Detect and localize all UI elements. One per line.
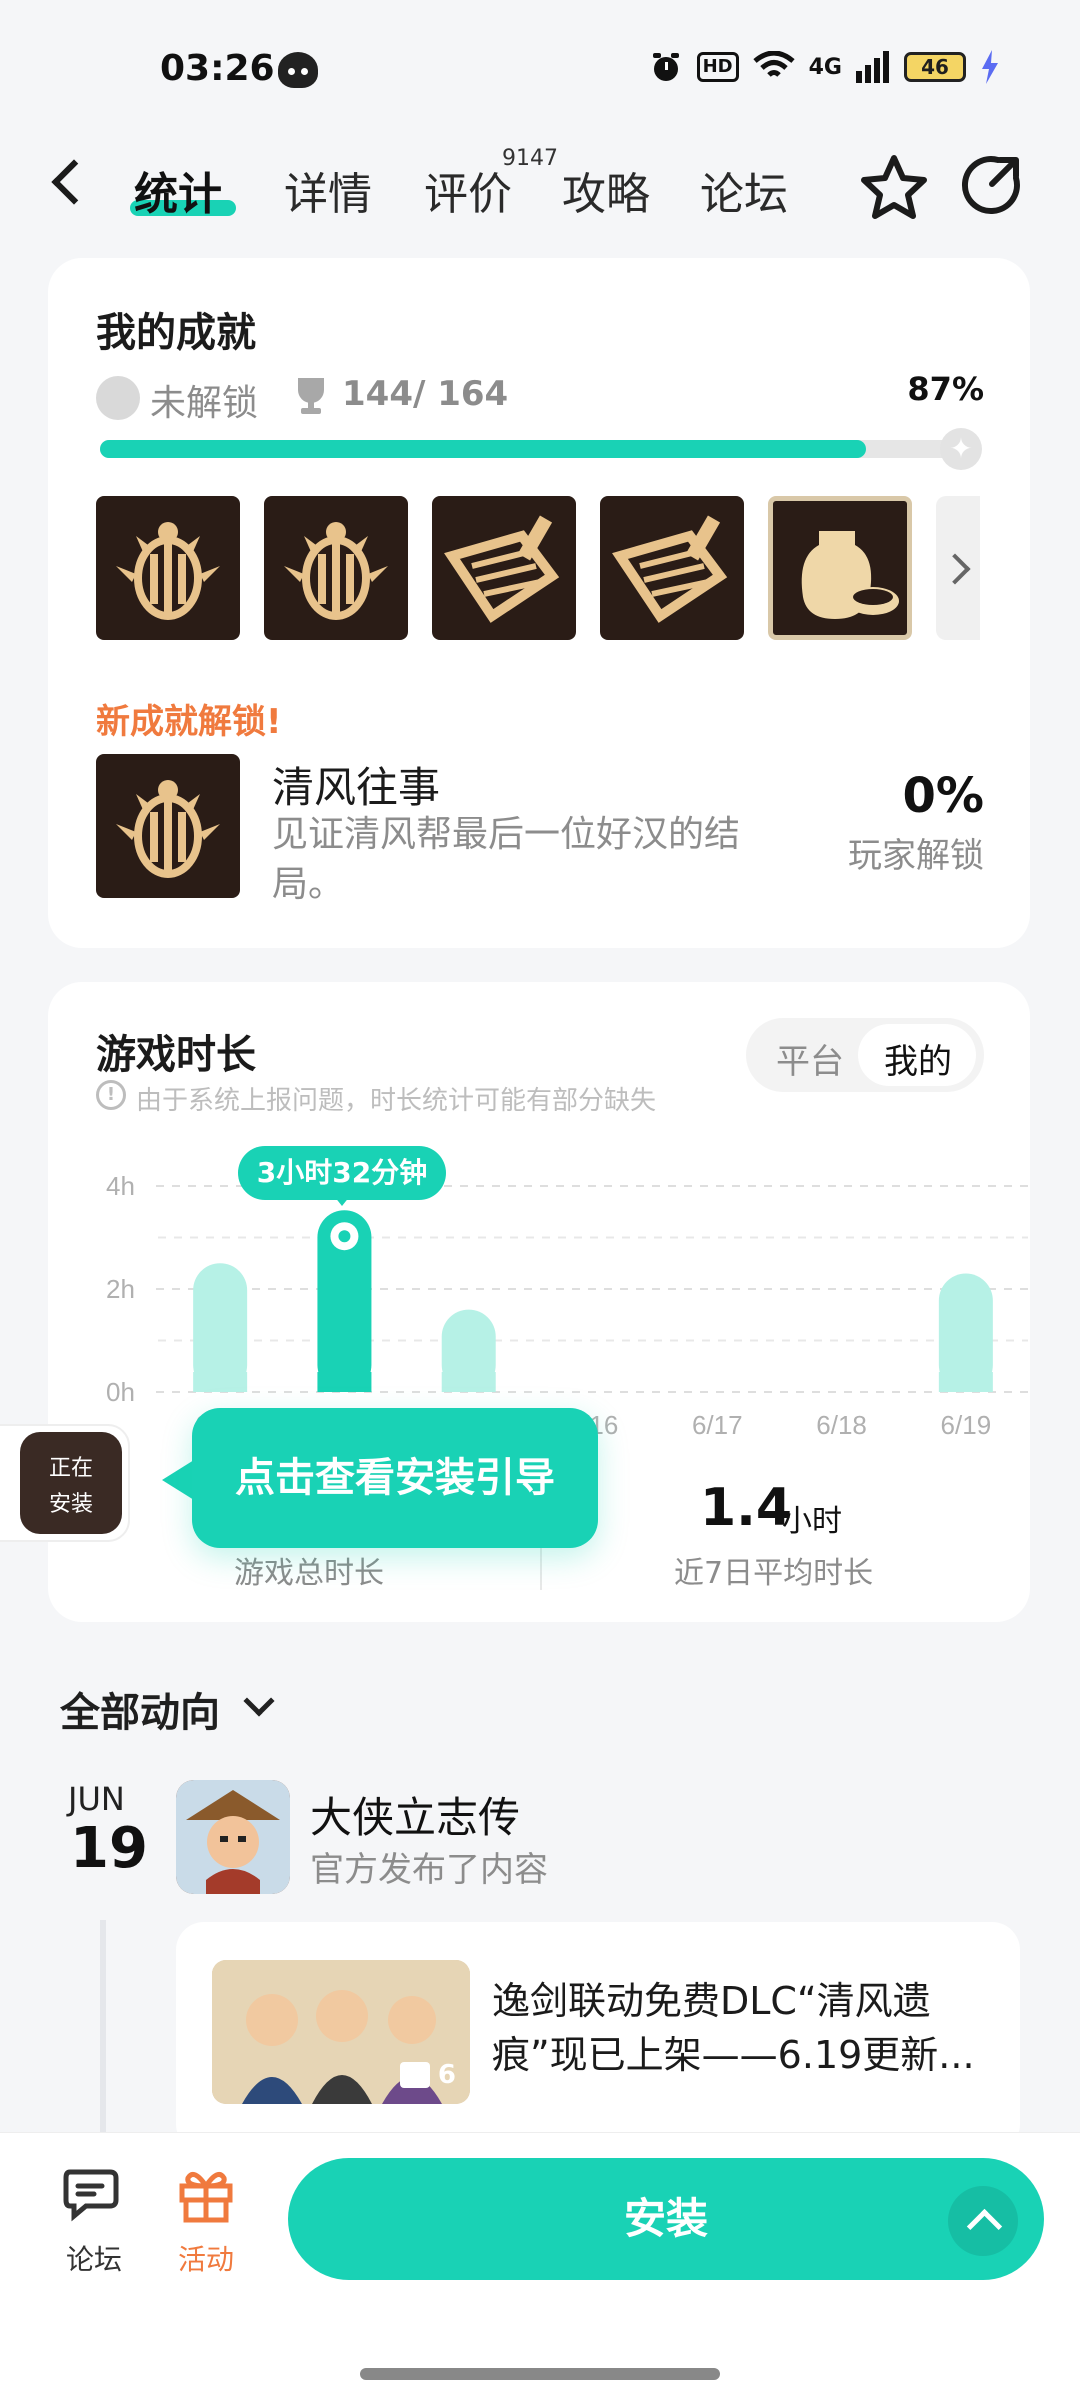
chart-bar-base: [938, 1372, 993, 1392]
installing-line2: 安装: [48, 1492, 93, 1517]
beetle-icon: [116, 780, 220, 878]
installing-line1: 正在: [48, 1456, 93, 1481]
playtime-notice: 由于系统上报问题，时长统计可能有部分缺失: [136, 1086, 657, 1116]
install-guide-tooltip-tail: [162, 1460, 194, 1500]
new-achievement-percent: 0%: [902, 768, 985, 824]
forum-icon[interactable]: [62, 2166, 122, 2222]
chart-highlight-tooltip: 3小时32分钟: [238, 1146, 446, 1200]
achievement-badge[interactable]: [264, 496, 408, 640]
playtime-chart: 4h2h0h6/136/146/156/166/176/186/19: [106, 1171, 1028, 1440]
achievement-title: 我的成就: [96, 310, 256, 356]
gift-icon[interactable]: [176, 2164, 236, 2224]
favorite-star-icon[interactable]: [858, 152, 930, 224]
timeline-line: [100, 1920, 106, 2140]
installing-game-thumb[interactable]: 正在 安装: [20, 1432, 122, 1534]
chart-tooltip-tail: [334, 1196, 350, 1206]
chart-bar-base: [193, 1372, 248, 1392]
info-icon: !: [96, 1080, 126, 1110]
reviews-count-badge: 9147: [502, 146, 558, 171]
achievement-badge[interactable]: [96, 496, 240, 640]
avg-playtime-label: 近7日平均时长: [674, 1556, 874, 1591]
progress-end-trophy-icon: ✦: [940, 428, 982, 470]
trophy-icon: [298, 378, 324, 414]
game-avatar[interactable]: [176, 1780, 290, 1894]
scroll-icon: [444, 515, 560, 623]
activity-label[interactable]: 活动: [178, 2238, 234, 2278]
avg-playtime-value: 1.4: [700, 1478, 793, 1538]
beetle-icon: [116, 522, 220, 620]
x-tick-label: 6/18: [816, 1410, 867, 1440]
status-time: 03:26: [160, 48, 275, 89]
wifi-icon: [753, 51, 795, 77]
network-label: 4G: [808, 54, 842, 80]
tab-forum[interactable]: 论坛: [700, 158, 788, 222]
locked-achievement-icon: [96, 376, 140, 420]
y-tick-label: 4h: [106, 1171, 135, 1201]
new-achievement-desc: 见证清风帮最后一位好汉的结局。: [272, 814, 741, 905]
achievement-badge[interactable]: [600, 496, 744, 640]
forum-label[interactable]: 论坛: [66, 2238, 122, 2278]
avg-playtime-unit: 小时: [782, 1504, 842, 1539]
x-tick-label: 6/17: [692, 1410, 743, 1440]
new-achievement-percent-label: 玩家解锁: [848, 836, 984, 876]
locked-label: 未解锁: [150, 383, 259, 424]
install-guide-tooltip[interactable]: 点击查看安装引导: [192, 1408, 598, 1548]
new-achievement-label: 新成就解锁!: [96, 702, 282, 742]
feed-date-month: JUN: [68, 1780, 125, 1818]
tab-reviews[interactable]: 评价: [424, 158, 512, 222]
signal-icon: [856, 51, 889, 83]
back-icon[interactable]: [51, 159, 97, 205]
new-achievement-badge[interactable]: [96, 754, 240, 898]
chart-bar-base: [441, 1372, 496, 1392]
segment-mine[interactable]: 我的: [884, 1034, 952, 1083]
total-playtime-label: 游戏总时长: [234, 1556, 384, 1591]
chevron-up-icon[interactable]: [948, 2186, 1018, 2256]
chart-bar-base: [317, 1372, 372, 1392]
install-button[interactable]: 安装: [288, 2158, 1044, 2280]
feed-game-name[interactable]: 大侠立志传: [310, 1784, 520, 1845]
tab-stats[interactable]: 统计: [134, 158, 222, 222]
new-achievement-name: 清风往事: [272, 763, 441, 812]
feed-date-day: 19: [70, 1816, 148, 1881]
tab-details[interactable]: 详情: [284, 158, 372, 222]
y-tick-label: 2h: [106, 1274, 135, 1304]
x-tick-label: 6/19: [941, 1410, 992, 1440]
feed-filter[interactable]: 全部动向: [60, 1680, 220, 1738]
hd-icon: HD: [696, 52, 739, 82]
more-achievements-button[interactable]: [936, 496, 980, 640]
scroll-icon: [612, 515, 728, 623]
chart-highlight-dot: [338, 1230, 351, 1243]
achievement-badge[interactable]: [432, 496, 576, 640]
achievement-progress-fill: [100, 440, 866, 458]
beetle-icon: [284, 522, 388, 620]
tab-guides[interactable]: 攻略: [562, 158, 650, 222]
alarm-icon: [652, 53, 679, 81]
share-icon[interactable]: [958, 152, 1024, 218]
playtime-title: 游戏时长: [96, 1032, 256, 1078]
achievement-count: 144/ 164: [342, 374, 509, 414]
segment-platform[interactable]: 平台: [776, 1034, 844, 1083]
chevron-down-icon[interactable]: [243, 1685, 275, 1717]
achievement-percent: 87%: [907, 370, 984, 408]
app-notification-icon: [278, 52, 318, 88]
achievement-badge-selected[interactable]: [768, 496, 912, 640]
image-count: 6: [437, 2060, 456, 2090]
post-image[interactable]: 6: [212, 1960, 470, 2104]
y-tick-label: 0h: [106, 1377, 135, 1407]
charging-icon: [982, 50, 998, 84]
status-icons: HD 4G 46: [649, 50, 1000, 84]
image-count-badge: 6: [399, 2060, 456, 2090]
feed-action: 官方发布了内容: [310, 1850, 548, 1890]
post-title[interactable]: 逸剑联动免费DLC“清风遗痕”现已上架——6.19更新...: [492, 1974, 992, 2082]
wine-jar-icon: [801, 531, 899, 619]
battery-indicator: 46: [904, 52, 966, 82]
home-indicator: [360, 2368, 720, 2380]
image-icon: [399, 2062, 430, 2088]
